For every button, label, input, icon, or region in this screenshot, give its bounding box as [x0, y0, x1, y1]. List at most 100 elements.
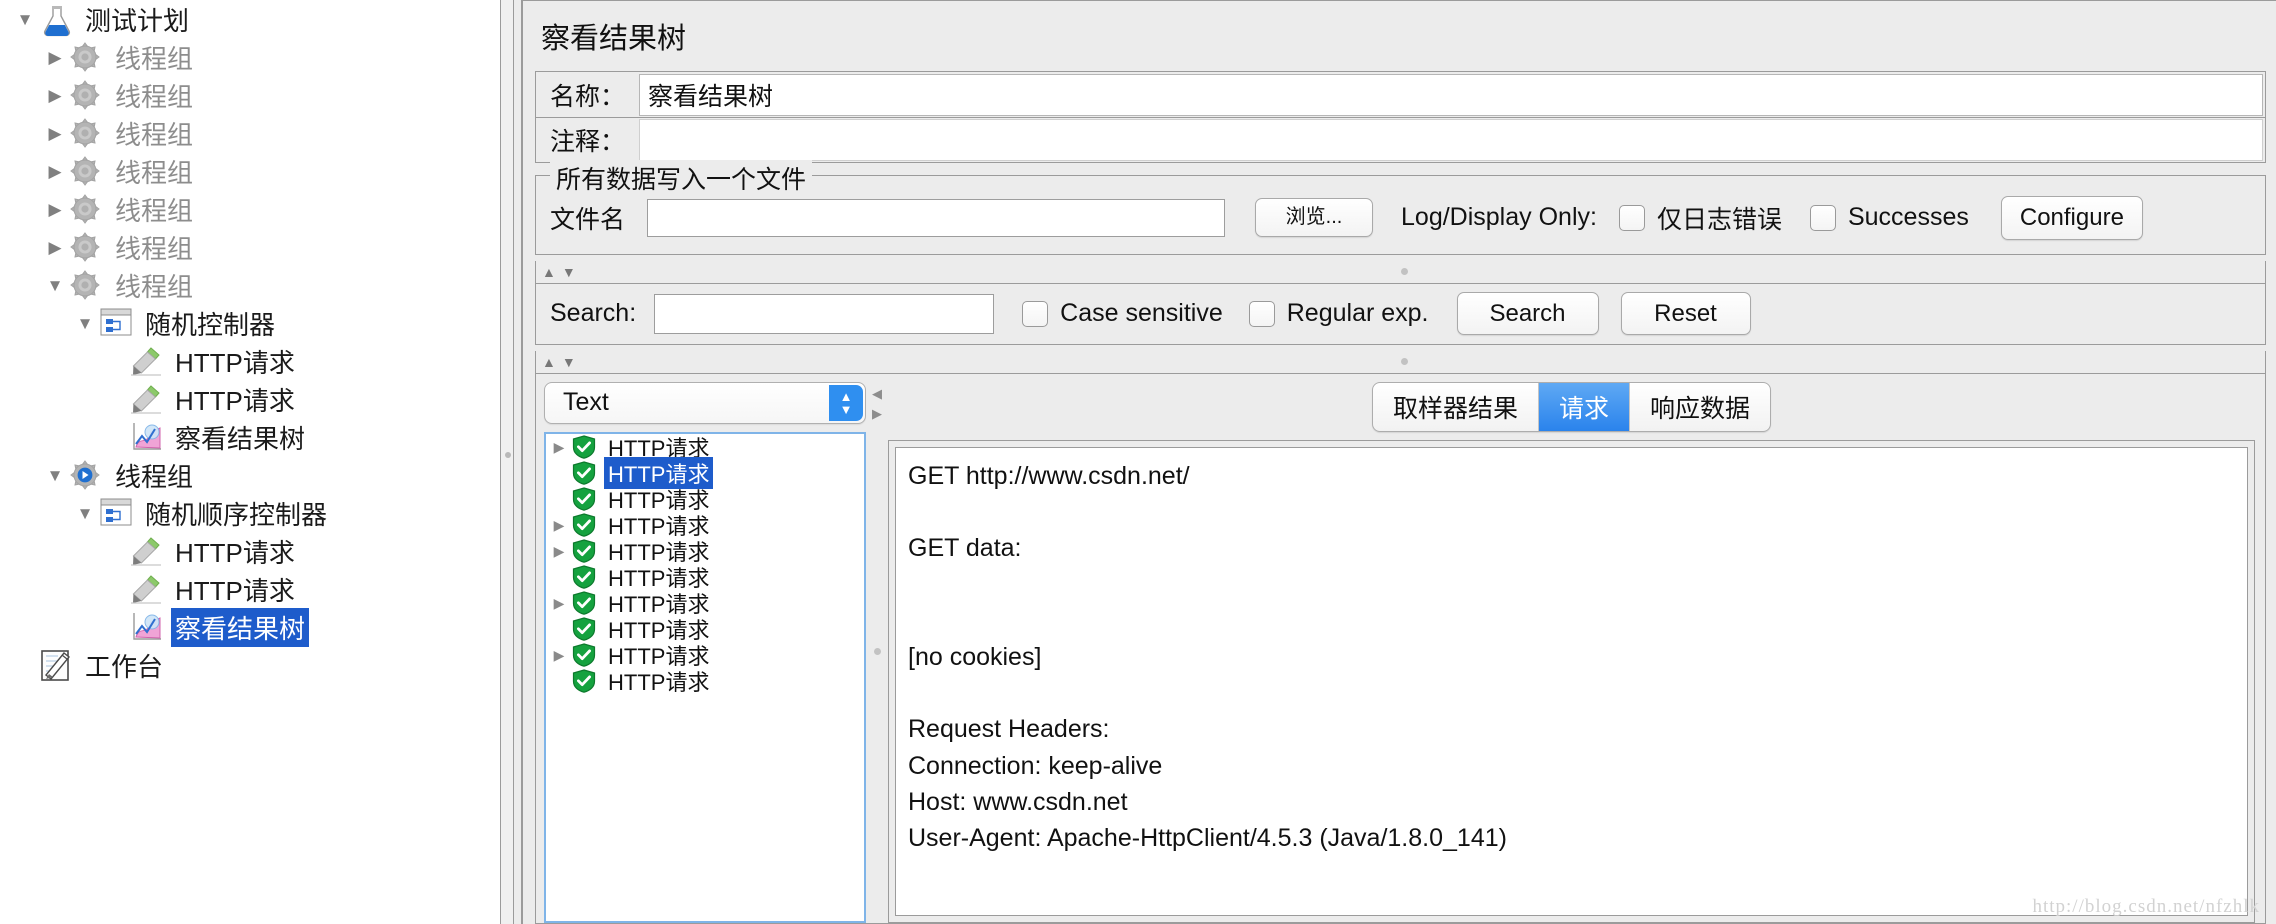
name-label: 名称：	[550, 82, 626, 111]
sample-result-row[interactable]: HTTP请求	[546, 668, 864, 695]
search-label: Search:	[550, 299, 637, 328]
tree-expand-toggle-open[interactable]: ▼	[70, 505, 100, 522]
regular-exp-checkbox[interactable]	[1248, 300, 1275, 327]
success-shield-icon	[572, 642, 596, 667]
errors-only-checkbox[interactable]	[1618, 204, 1645, 231]
tree-node[interactable]: • HTTP请求	[0, 342, 500, 380]
results-area: Text ▲ ▼ ▶ HTTP请求 HTTP请求 HTTP请求 ▶ HTTP请求 ▶ HTTP…	[535, 372, 2266, 924]
result-tab[interactable]: 请求	[1538, 382, 1630, 431]
tree-expand-toggle-closed[interactable]: ▶	[40, 49, 70, 66]
success-shield-icon	[572, 538, 596, 563]
results-splitter[interactable]: ◀ ▶	[866, 373, 888, 923]
log-display-only-label: Log/Display Only:	[1401, 203, 1597, 232]
tree-node[interactable]: ▼ 随机顺序控制器	[0, 494, 500, 532]
view-results-tree-panel: 察看结果树 名称： 察看结果树 注释： 所有数据写入一个文件 文件名 浏览...…	[522, 0, 2276, 924]
tree-node[interactable]: ▶ 线程组	[0, 76, 500, 114]
result-expand-toggle-closed[interactable]: ▶	[546, 544, 572, 558]
name-input[interactable]: 察看结果树	[639, 73, 2263, 116]
jmeter-window: ▼测试计划▶线程组▶线程组▶线程组▶线程组▶线程组▶线程组▼线程组▼随机控制器•…	[0, 0, 2276, 924]
lower-horizontal-splitter[interactable]: ▲ ▼	[535, 350, 2266, 373]
result-expand-toggle-closed[interactable]: ▶	[546, 440, 572, 454]
tree-expand-toggle-closed[interactable]: ▶	[40, 239, 70, 256]
tree-node[interactable]: • HTTP请求	[0, 380, 500, 418]
collapse-up-icon[interactable]: ▲	[542, 355, 556, 369]
tree-node-label: HTTP请求	[175, 537, 295, 568]
tree-node[interactable]: ▶ 线程组	[0, 114, 500, 152]
successes-checkbox[interactable]	[1809, 204, 1836, 231]
tree-node-label: 随机控制器	[145, 309, 276, 340]
name-row: 名称： 察看结果树	[535, 71, 2266, 117]
tree-expand-toggle-open[interactable]: ▼	[40, 277, 70, 294]
renderer-combobox[interactable]: Text ▲ ▼	[544, 381, 866, 424]
case-sensitive-checkbox[interactable]	[1022, 300, 1049, 327]
result-expand-toggle-closed[interactable]: ▶	[546, 596, 572, 610]
tree-node[interactable]: • HTTP请求	[0, 532, 500, 570]
upper-horizontal-splitter[interactable]: ▲ ▼	[535, 260, 2266, 283]
thread-group-icon	[70, 270, 104, 300]
result-expand-toggle-closed[interactable]: ▶	[546, 648, 572, 662]
search-button[interactable]: Search	[1456, 291, 1599, 336]
tree-toggle-spacer: •	[100, 429, 130, 446]
tree-node-label: 察看结果树	[175, 423, 306, 454]
http-sampler-icon	[130, 536, 164, 566]
collapse-down-icon[interactable]: ▼	[562, 355, 576, 369]
tree-node[interactable]: ▼ 随机控制器	[0, 304, 500, 342]
request-content-wrapper: GET http://www.csdn.net/ GET data: [no c…	[888, 439, 2255, 923]
tree-expand-toggle-open[interactable]: ▼	[10, 11, 40, 28]
page-title: 察看结果树	[541, 23, 687, 55]
collapse-down-icon[interactable]: ▼	[562, 265, 576, 279]
collapse-right-icon[interactable]: ▶	[872, 404, 882, 424]
tree-expand-toggle-closed[interactable]: ▶	[40, 125, 70, 142]
tree-toggle-spacer: •	[100, 619, 130, 636]
success-shield-icon	[572, 616, 596, 641]
tree-node-label: 测试计划	[85, 5, 190, 36]
result-tab[interactable]: 响应数据	[1630, 383, 1770, 431]
test-plan-tree[interactable]: ▼测试计划▶线程组▶线程组▶线程组▶线程组▶线程组▶线程组▼线程组▼随机控制器•…	[0, 0, 500, 924]
request-text[interactable]: GET http://www.csdn.net/ GET data: [no c…	[895, 446, 2248, 916]
reset-button[interactable]: Reset	[1620, 291, 1751, 336]
tree-node[interactable]: • 工作台	[0, 646, 500, 684]
success-shield-icon	[572, 668, 596, 693]
tree-expand-toggle-closed[interactable]: ▶	[40, 163, 70, 180]
regular-exp-label: Regular exp.	[1286, 299, 1429, 328]
tree-node[interactable]: ▶ 线程组	[0, 190, 500, 228]
tree-node-label: 线程组	[115, 461, 194, 492]
collapse-left-icon[interactable]: ◀	[872, 384, 882, 404]
tree-expand-toggle-closed[interactable]: ▶	[40, 87, 70, 104]
thread-group-icon	[70, 42, 104, 72]
tree-node[interactable]: ▶ 线程组	[0, 38, 500, 76]
successes-label: Successes	[1847, 203, 1969, 232]
tree-toggle-spacer: •	[100, 391, 130, 408]
comment-input[interactable]	[639, 119, 2263, 161]
tree-node-label: HTTP请求	[175, 385, 295, 416]
result-tab[interactable]: 取样器结果	[1373, 382, 1539, 431]
configure-button[interactable]: Configure	[2000, 196, 2143, 240]
search-input[interactable]	[654, 293, 995, 334]
success-shield-icon	[572, 460, 596, 485]
success-shield-icon	[572, 486, 596, 511]
result-expand-toggle-closed[interactable]: ▶	[546, 518, 572, 532]
success-shield-icon	[572, 590, 596, 615]
splitter-handle-dot	[505, 452, 511, 458]
sample-result-list[interactable]: ▶ HTTP请求 HTTP请求 HTTP请求 ▶ HTTP请求 ▶ HTTP请求 HTTP请求 ▶…	[544, 431, 866, 923]
browse-button[interactable]: 浏览...	[1255, 198, 1374, 238]
tree-node[interactable]: • 察看结果树	[0, 607, 500, 647]
tree-node[interactable]: ▼ 线程组	[0, 266, 500, 304]
tree-expand-toggle-open[interactable]: ▼	[70, 315, 100, 332]
view-results-tree-icon	[130, 422, 164, 452]
filename-input[interactable]	[647, 198, 1226, 237]
tree-node[interactable]: ▼ 测试计划	[0, 0, 500, 38]
collapse-up-icon[interactable]: ▲	[542, 265, 556, 279]
main-vertical-splitter[interactable]	[500, 0, 514, 924]
chevron-updown-icon[interactable]: ▲ ▼	[829, 384, 863, 421]
splitter-handle-dot	[1400, 358, 1408, 366]
tree-node[interactable]: • 察看结果树	[0, 418, 500, 456]
tree-node[interactable]: ▼ 线程组	[0, 456, 500, 494]
tree-node-label: 察看结果树	[171, 607, 310, 647]
tree-node[interactable]: • HTTP请求	[0, 570, 500, 608]
tree-node[interactable]: ▶ 线程组	[0, 228, 500, 266]
tree-node[interactable]: ▶ 线程组	[0, 152, 500, 190]
tree-expand-toggle-closed[interactable]: ▶	[40, 201, 70, 218]
view-results-tree-icon	[130, 612, 164, 642]
tree-expand-toggle-open[interactable]: ▼	[40, 467, 70, 484]
